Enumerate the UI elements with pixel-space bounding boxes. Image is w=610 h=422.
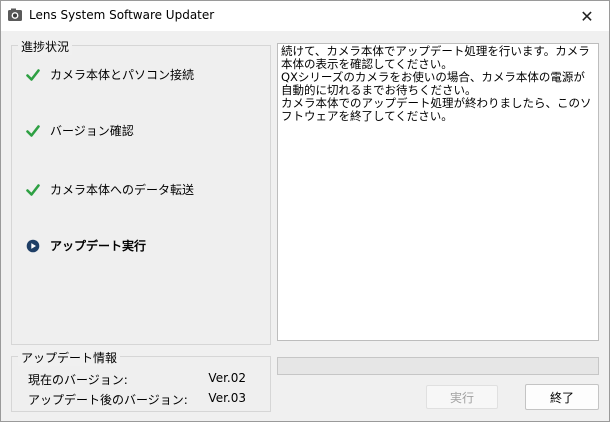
check-icon xyxy=(26,68,40,82)
message-textbox[interactable]: 続けて、カメラ本体でアップデート処理を行います。カメラ本体の表示を確認してくださ… xyxy=(277,43,599,341)
run-button-label: 実行 xyxy=(449,390,474,405)
current-version-value: Ver.02 xyxy=(208,371,246,385)
progress-group: 進捗状況 カメラ本体とパソコン接続 バージョン確認 カメラ本体へのデータ転送 ア… xyxy=(11,38,271,345)
progress-bar xyxy=(277,357,599,375)
check-icon xyxy=(26,124,40,138)
current-version-label: 現在のバージョン: xyxy=(28,373,128,387)
play-icon xyxy=(26,239,40,253)
progress-group-label: 進捗状況 xyxy=(18,38,73,55)
exit-button-label: 終了 xyxy=(549,390,574,405)
close-icon: ✕ xyxy=(580,6,594,26)
app-icon xyxy=(7,7,23,23)
exit-button[interactable]: 終了 xyxy=(525,384,599,410)
updated-version-label: アップデート後のバージョン: xyxy=(28,393,188,407)
check-icon xyxy=(26,183,40,197)
update-info-group: アップデート情報 現在のバージョン: Ver.02 アップデート後のバージョン:… xyxy=(11,349,271,412)
step-version-check: バージョン確認 xyxy=(26,122,134,139)
step-label: カメラ本体とパソコン接続 xyxy=(50,68,195,82)
step-data-transfer: カメラ本体へのデータ転送 xyxy=(26,181,194,198)
close-button[interactable]: ✕ xyxy=(565,1,609,31)
step-label: カメラ本体へのデータ転送 xyxy=(50,183,195,197)
step-connect: カメラ本体とパソコン接続 xyxy=(26,66,194,83)
step-update-run: アップデート実行 xyxy=(26,237,146,254)
run-button[interactable]: 実行 xyxy=(426,385,498,409)
title-bar: Lens System Software Updater ✕ xyxy=(1,1,609,31)
updated-version-value: Ver.03 xyxy=(208,391,246,405)
step-label: バージョン確認 xyxy=(50,124,134,138)
window-title: Lens System Software Updater xyxy=(29,8,215,22)
updater-window: Lens System Software Updater ✕ 進捗状況 カメラ本… xyxy=(0,0,610,422)
update-info-label: アップデート情報 xyxy=(18,349,121,366)
step-label: アップデート実行 xyxy=(50,239,147,253)
